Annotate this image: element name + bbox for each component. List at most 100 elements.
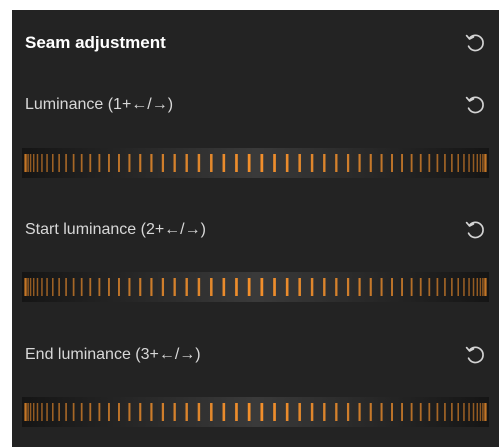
jog-wheel-tick [380, 154, 383, 172]
jog-wheel-tick [150, 154, 153, 172]
jog-wheel-tick [197, 403, 201, 421]
reset-rotate-icon [463, 343, 487, 367]
end-luminance-reset-button[interactable] [463, 343, 487, 367]
jog-wheel-tick [150, 403, 153, 421]
jog-wheel-tick [80, 154, 83, 172]
jog-wheel-tick [173, 154, 176, 172]
jog-wheel-tick [72, 154, 75, 172]
jog-wheel-tick [185, 403, 188, 421]
reset-all-button[interactable] [463, 31, 487, 55]
jog-wheel-tick [65, 154, 67, 172]
jog-wheel-tick [27, 278, 29, 296]
jog-wheel-tick [29, 154, 32, 172]
jog-wheel-tick [298, 278, 301, 296]
jog-wheel-tick [410, 403, 413, 421]
jog-wheel-tick [335, 278, 338, 296]
jog-wheel-tick [128, 403, 131, 421]
jog-wheel-tick [260, 403, 264, 421]
jog-wheel-graphic [22, 148, 489, 178]
luminance-label: Luminance (1+←/→) [25, 96, 174, 113]
jog-wheel-tick [358, 278, 361, 296]
jog-wheel-tick [222, 278, 226, 296]
jog-wheel-tick [346, 278, 350, 296]
jog-wheel-tick [479, 154, 482, 172]
jog-wheel-tick [457, 154, 459, 172]
jog-wheel-tick [139, 154, 142, 172]
jog-wheel-tick [428, 403, 431, 421]
jog-wheel-graphic [22, 397, 489, 427]
jog-wheel-tick [401, 278, 403, 296]
jog-wheel-tick [436, 278, 439, 296]
jog-wheel-tick [298, 154, 301, 172]
jog-wheel-tick [36, 278, 39, 296]
jog-wheel-tick [139, 403, 142, 421]
jog-wheel-tick [285, 403, 289, 421]
jog-wheel-tick [391, 278, 393, 296]
jog-wheel-tick [108, 154, 110, 172]
jog-wheel-body [22, 148, 489, 178]
jog-wheel-tick [310, 278, 314, 296]
luminance-reset-button[interactable] [463, 93, 487, 117]
luminance-row: Luminance (1+←/→) [12, 87, 499, 123]
jog-wheel-tick [419, 154, 422, 172]
jog-wheel-tick [210, 154, 213, 172]
jog-wheel-tick [235, 278, 238, 296]
jog-wheel-tick [235, 154, 238, 172]
jog-wheel-tick [369, 403, 372, 421]
jog-wheel-tick [428, 278, 431, 296]
jog-wheel-tick [72, 403, 75, 421]
jog-wheel-tick [89, 154, 92, 172]
jog-wheel-tick [482, 154, 484, 172]
jog-wheel-tick [451, 403, 453, 421]
end-luminance-row: End luminance (3+←/→) [12, 337, 499, 373]
jog-wheel-tick [476, 403, 479, 421]
jog-wheel-tick [444, 278, 446, 296]
jog-wheel-tick [428, 154, 431, 172]
jog-wheel-tick [358, 403, 361, 421]
jog-wheel-tick [108, 403, 110, 421]
jog-wheel-tick [335, 403, 338, 421]
jog-wheel-tick [380, 278, 383, 296]
jog-wheel-tick [41, 403, 43, 421]
jog-wheel-tick [89, 278, 92, 296]
jog-wheel-tick [36, 403, 39, 421]
jog-wheel-tick [273, 154, 276, 172]
jog-wheel-tick [32, 403, 35, 421]
jog-wheel-tick [436, 403, 439, 421]
jog-wheel-tick [451, 154, 453, 172]
end-luminance-dial[interactable] [22, 397, 489, 427]
jog-wheel-tick [391, 403, 393, 421]
jog-wheel-tick [27, 403, 29, 421]
reset-rotate-icon [463, 31, 487, 55]
jog-wheel-tick [128, 154, 131, 172]
jog-wheel-tick [310, 403, 314, 421]
jog-wheel-tick [468, 403, 470, 421]
jog-wheel-tick [401, 403, 403, 421]
jog-wheel-tick [472, 278, 475, 296]
jog-wheel-body [22, 397, 489, 427]
jog-wheel-tick [444, 154, 446, 172]
jog-wheel-tick [472, 403, 475, 421]
jog-wheel-tick [65, 278, 67, 296]
jog-wheel-tick [369, 278, 372, 296]
jog-wheel-tick [482, 403, 484, 421]
start-luminance-reset-button[interactable] [463, 218, 487, 242]
jog-wheel-tick [260, 154, 264, 172]
jog-wheel-tick [25, 154, 28, 172]
jog-wheel-tick [285, 154, 289, 172]
jog-wheel-tick [161, 403, 165, 421]
jog-wheel-tick [410, 278, 413, 296]
jog-wheel-tick [485, 154, 487, 172]
jog-wheel-tick [150, 278, 153, 296]
start-luminance-row: Start luminance (2+←/→) [12, 212, 499, 248]
jog-wheel-tick [89, 403, 92, 421]
luminance-dial[interactable] [22, 148, 489, 178]
jog-wheel-tick [419, 403, 422, 421]
start-luminance-dial[interactable] [22, 272, 489, 302]
jog-wheel-tick [52, 278, 54, 296]
jog-wheel-tick [58, 154, 60, 172]
jog-wheel-tick [310, 154, 314, 172]
jog-wheel-tick [197, 154, 201, 172]
jog-wheel-tick [457, 278, 459, 296]
jog-wheel-tick [463, 154, 465, 172]
